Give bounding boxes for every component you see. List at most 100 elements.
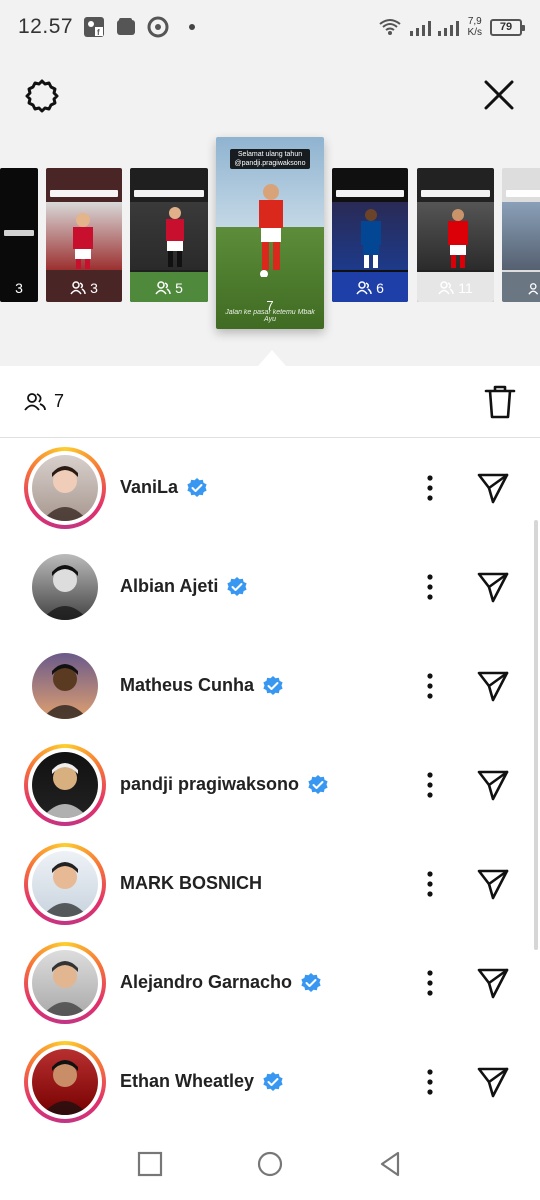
viewer-name[interactable]: VaniLa [120,477,178,498]
recent-apps-icon[interactable] [136,1150,164,1178]
net-speed: 7,9 K/s [468,16,482,38]
story-footer-text: Jalan ke pasar ketemu Mbak Ayu [225,309,315,323]
trash-icon[interactable] [484,385,516,419]
story-caption: Selamat ulang tahun @pandji.pragiwaksono [230,149,310,169]
avatar-ring[interactable] [24,743,106,826]
avatar-ring[interactable] [24,645,106,727]
net-speed-unit: K/s [467,27,482,38]
battery-level: 79 [499,21,513,33]
story-view-count: 11 [458,280,473,296]
viewer-name-container[interactable]: Matheus Cunha [120,675,284,697]
viewer-name[interactable]: pandji pragiwaksono [120,774,299,795]
avatar-ring[interactable] [24,842,106,925]
send-icon[interactable] [476,570,510,604]
notification-dot [189,24,196,30]
avatar[interactable] [32,850,98,917]
wallet-icon [117,18,136,35]
selection-pointer [258,350,286,366]
viewers-count-value: 7 [54,391,65,411]
more-options-icon[interactable] [426,474,434,501]
viewers-icon [155,281,171,295]
send-icon[interactable] [476,669,510,703]
story-thumbnail[interactable]: 3 [0,168,38,302]
player-figure [166,207,184,267]
avatar[interactable] [32,454,98,521]
story-thumbnail[interactable]: 6 [332,168,408,302]
viewer-row[interactable]: VaniLa [0,438,540,537]
verified-badge-icon [227,576,247,596]
verified-badge-icon [308,774,328,794]
send-icon[interactable] [476,1065,510,1099]
facebook-icon: f [84,17,105,37]
viewers-icon [24,392,46,411]
viewer-row[interactable]: Alejandro Garnacho [0,933,540,1032]
viewer-name[interactable]: Matheus Cunha [120,675,254,696]
story-view-count: 5 [175,280,183,296]
viewer-name[interactable]: Ethan Wheatley [120,1071,254,1092]
viewer-name[interactable]: MARK BOSNICH [120,873,262,894]
avatar-ring[interactable] [24,941,106,1024]
close-icon[interactable] [482,78,516,112]
viewers-summary-bar: 7 [0,366,540,438]
viewer-row[interactable]: Matheus Cunha [0,636,540,735]
send-icon[interactable] [476,768,510,802]
viewer-name[interactable]: Alejandro Garnacho [120,972,292,993]
viewer-name-container[interactable]: Albian Ajeti [120,576,248,598]
avatar[interactable] [32,949,98,1016]
status-time: 12.57 [18,15,74,38]
net-speed-value: 7,9 [467,16,482,27]
wifi-icon [378,19,401,35]
player-figure [73,213,93,269]
viewer-name-container[interactable]: Alejandro Garnacho [120,972,322,994]
viewer-name-container[interactable]: pandji pragiwaksono [120,774,329,796]
story-thumbnail[interactable] [502,168,540,302]
send-icon[interactable] [476,966,510,1000]
viewers-icon [356,281,372,295]
viewers-icon [70,281,86,295]
viewer-row[interactable]: pandji pragiwaksono [0,735,540,834]
avatar-ring[interactable] [24,1040,106,1123]
story-thumbnail[interactable]: 5 [130,168,208,302]
send-icon[interactable] [476,867,510,901]
target-icon [147,16,169,38]
viewers-icon [438,281,454,295]
viewer-name-container[interactable]: Ethan Wheatley [120,1071,284,1093]
viewer-name-container[interactable]: VaniLa [120,477,208,499]
more-options-icon[interactable] [426,870,434,897]
more-options-icon[interactable] [426,672,434,699]
avatar-ring[interactable] [24,446,106,529]
viewers-count[interactable]: 7 [24,391,64,412]
story-view-count: 3 [90,280,98,296]
viewer-name-container[interactable]: MARK BOSNICH [120,873,262,894]
story-thumbnail[interactable]: 3 [46,168,122,302]
system-navigation-bar [0,1128,540,1200]
more-options-icon[interactable] [426,573,434,600]
player-figure [448,209,468,268]
avatar[interactable] [32,553,98,620]
back-icon[interactable] [376,1150,404,1178]
avatar[interactable] [32,1048,98,1115]
verified-badge-icon [263,1071,283,1091]
more-options-icon[interactable] [426,969,434,996]
selected-story-thumbnail[interactable]: Selamat ulang tahun @pandji.pragiwaksono… [216,137,324,329]
caption-line: Selamat ulang tahun [237,151,303,158]
viewer-row[interactable]: Albian Ajeti [0,537,540,636]
story-thumbnail[interactable]: 11 [417,168,494,302]
send-icon[interactable] [476,471,510,505]
avatar[interactable] [32,652,98,719]
more-options-icon[interactable] [426,771,434,798]
viewer-list[interactable]: VaniLa Albian Ajeti Matheus Cunha pandji… [0,438,540,1131]
player-figure [361,209,381,268]
home-icon[interactable] [256,1150,284,1178]
viewer-name[interactable]: Albian Ajeti [120,576,218,597]
avatar[interactable] [32,751,98,818]
caption-line: @pandji.pragiwaksono [234,160,306,167]
more-options-icon[interactable] [426,1068,434,1095]
gear-icon[interactable] [24,78,60,114]
status-bar: 12.57 f 7,9 K/s 79 [0,0,540,54]
verified-badge-icon [301,972,321,992]
viewer-row[interactable]: MARK BOSNICH [0,834,540,933]
scrollbar[interactable] [534,520,538,950]
viewer-row[interactable]: Ethan Wheatley [0,1032,540,1131]
avatar-ring[interactable] [24,546,106,628]
